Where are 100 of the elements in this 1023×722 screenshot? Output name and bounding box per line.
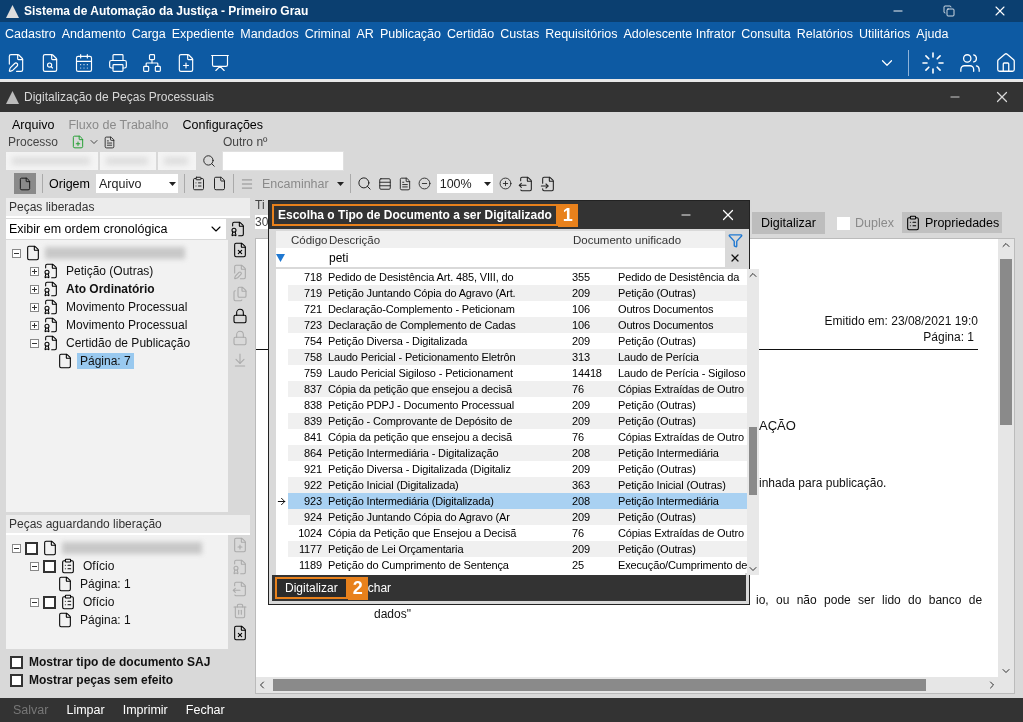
table-row[interactable]: 837 Cópia da petição que ensejou a decisã 76 Cópias Extraídas de Outro <box>276 381 748 397</box>
clipboard-icon[interactable] <box>191 176 206 191</box>
caret-icon[interactable] <box>336 181 344 186</box>
collapse-icon[interactable] <box>12 543 21 553</box>
tree-item[interactable]: Ofício <box>80 594 118 610</box>
printer-icon[interactable] <box>108 52 128 73</box>
menu-item[interactable]: Ajuda <box>913 27 952 41</box>
hierarchy-icon[interactable] <box>142 52 162 73</box>
checkbox[interactable] <box>25 541 38 555</box>
tree-item[interactable]: Ato Ordinatório <box>63 281 158 297</box>
checkbox[interactable] <box>10 655 23 669</box>
menu-item[interactable]: Publicação <box>376 27 445 41</box>
menu-item[interactable]: Criminal <box>301 27 354 41</box>
tree-item[interactable]: Movimento Processual <box>63 299 191 315</box>
remove-file-icon[interactable] <box>232 625 248 641</box>
caret-icon[interactable] <box>169 181 176 186</box>
zoom-in-icon[interactable] <box>498 177 512 190</box>
menu-item[interactable]: Andamento <box>58 27 129 41</box>
tree-item[interactable]: Movimento Processual <box>63 317 191 333</box>
table-row[interactable]: 758 Laudo Pericial - Peticionamento Eletrôn 313 Laudo de Perícia <box>276 349 748 365</box>
collapse-icon[interactable] <box>30 338 39 348</box>
menu-item[interactable]: Consulta <box>738 27 794 41</box>
column-header[interactable]: Código <box>288 233 326 246</box>
footer-button[interactable]: Fechar <box>185 703 225 717</box>
scrollbar-track[interactable] <box>747 269 760 575</box>
file-edit-icon[interactable] <box>6 52 26 73</box>
close-button[interactable]: char <box>367 581 392 595</box>
search-icon[interactable] <box>202 154 216 168</box>
menu-item[interactable]: Expediente <box>168 27 238 41</box>
table-row[interactable]: 864 Petição Intermediária - Digitalização 208 Petição Intermediária <box>276 445 748 461</box>
checkbox[interactable] <box>43 559 56 573</box>
tree-item[interactable]: Página: 7 <box>77 353 134 369</box>
fit-width-icon[interactable] <box>377 176 392 191</box>
table-row[interactable]: 723 Declaração de Complemento de Cadas 106 Outros Documentos <box>276 317 748 333</box>
table-row[interactable]: 922 Petição Inicial (Digitalizada) 363 Petição Inicial (Outras) <box>276 477 748 493</box>
table-row[interactable]: 719 Petição Juntando Cópia do Agravo (Art. 209 Petição (Outras) <box>276 285 748 301</box>
table-row[interactable]: 1177 Petição de Lei Orçamentaria 209 Petição (Outras) <box>276 541 748 557</box>
process-field[interactable] <box>6 152 98 170</box>
menu-item[interactable]: Arquivo <box>12 116 55 134</box>
expand-icon[interactable] <box>30 266 39 276</box>
clipboard-icon[interactable] <box>904 214 921 231</box>
menu-item[interactable]: Adolescente Infrator <box>620 27 739 41</box>
scrollbar-thumb[interactable] <box>1000 259 1012 425</box>
origin-select[interactable]: Arquivo <box>96 174 178 193</box>
expand-icon[interactable] <box>30 284 39 294</box>
tree-item[interactable]: Petição (Outras) <box>63 263 157 279</box>
scrollbar-thumb[interactable] <box>749 427 758 495</box>
other-number-field[interactable] <box>222 151 344 171</box>
properties-button[interactable]: Propriedades <box>901 212 1003 233</box>
scrollbar-thumb[interactable] <box>273 679 926 691</box>
zoom-select[interactable]: 100% <box>436 174 493 193</box>
footer-button[interactable]: Imprimir <box>122 703 168 717</box>
menu-item[interactable]: AR <box>353 27 377 41</box>
scan-button[interactable]: Digitalizar <box>275 577 348 599</box>
restore-icon[interactable] <box>943 5 955 17</box>
tree-item[interactable]: Página: 1 <box>77 612 134 628</box>
file-add-icon[interactable] <box>176 52 196 73</box>
home-icon[interactable] <box>995 51 1017 74</box>
tree-item[interactable]: Certidão de Publicação <box>63 335 194 351</box>
scan-button[interactable]: Digitalizar <box>752 212 825 234</box>
rotate-right-icon[interactable] <box>517 175 534 192</box>
tree-item[interactable]: Ofício <box>80 558 118 574</box>
zoom-out-icon[interactable] <box>417 177 431 190</box>
expand-icon[interactable] <box>30 302 39 312</box>
menu-item[interactable]: Carga <box>128 27 169 41</box>
menu-item[interactable]: Mandados <box>237 27 302 41</box>
page-icon[interactable] <box>212 176 227 191</box>
table-row[interactable]: 924 Petição Juntando Cópia do Agravo (Ar 209 Petição (Outras) <box>276 509 748 525</box>
table-row[interactable]: 839 Petição - Comprovante de Depósito de 209 Petição (Outras) <box>276 413 748 429</box>
menu-item[interactable]: Requisitórios <box>542 27 621 41</box>
expand-icon[interactable] <box>30 320 39 330</box>
loading-icon[interactable] <box>921 50 945 75</box>
users-icon[interactable] <box>959 51 981 74</box>
tree-item[interactable]: Página: 1 <box>77 576 134 592</box>
footer-button[interactable]: Limpar <box>66 703 105 717</box>
info-icon[interactable] <box>103 135 117 149</box>
search-icon[interactable] <box>356 176 372 191</box>
collapse-icon[interactable] <box>30 561 39 571</box>
certificate-icon[interactable] <box>230 221 246 237</box>
menu-item[interactable]: Relatórios <box>793 27 856 41</box>
type-field[interactable]: 30 <box>255 215 269 229</box>
column-header[interactable]: Documento unificado <box>570 233 725 246</box>
lock-icon[interactable] <box>232 308 248 324</box>
file-search-icon[interactable] <box>40 52 60 73</box>
menu-item[interactable]: Certidão <box>444 27 498 41</box>
collapse-icon[interactable] <box>30 597 39 607</box>
column-header[interactable]: Descrição <box>326 233 570 246</box>
menu-item[interactable]: Custas <box>497 27 543 41</box>
fit-page-icon[interactable] <box>397 176 412 191</box>
checkbox[interactable] <box>10 673 23 687</box>
calendar-icon[interactable] <box>74 52 94 73</box>
process-field[interactable] <box>100 152 156 170</box>
process-field[interactable] <box>158 152 196 170</box>
rotate-left-icon[interactable] <box>539 175 556 192</box>
board-icon[interactable] <box>210 52 230 73</box>
order-select[interactable]: Exibir em ordem cronológica <box>6 219 226 239</box>
menu-item[interactable]: Utilitários <box>855 27 914 41</box>
menu-item[interactable]: Configurações <box>182 116 264 134</box>
collapse-icon[interactable] <box>12 248 21 258</box>
clear-filter-icon[interactable] <box>729 252 741 264</box>
